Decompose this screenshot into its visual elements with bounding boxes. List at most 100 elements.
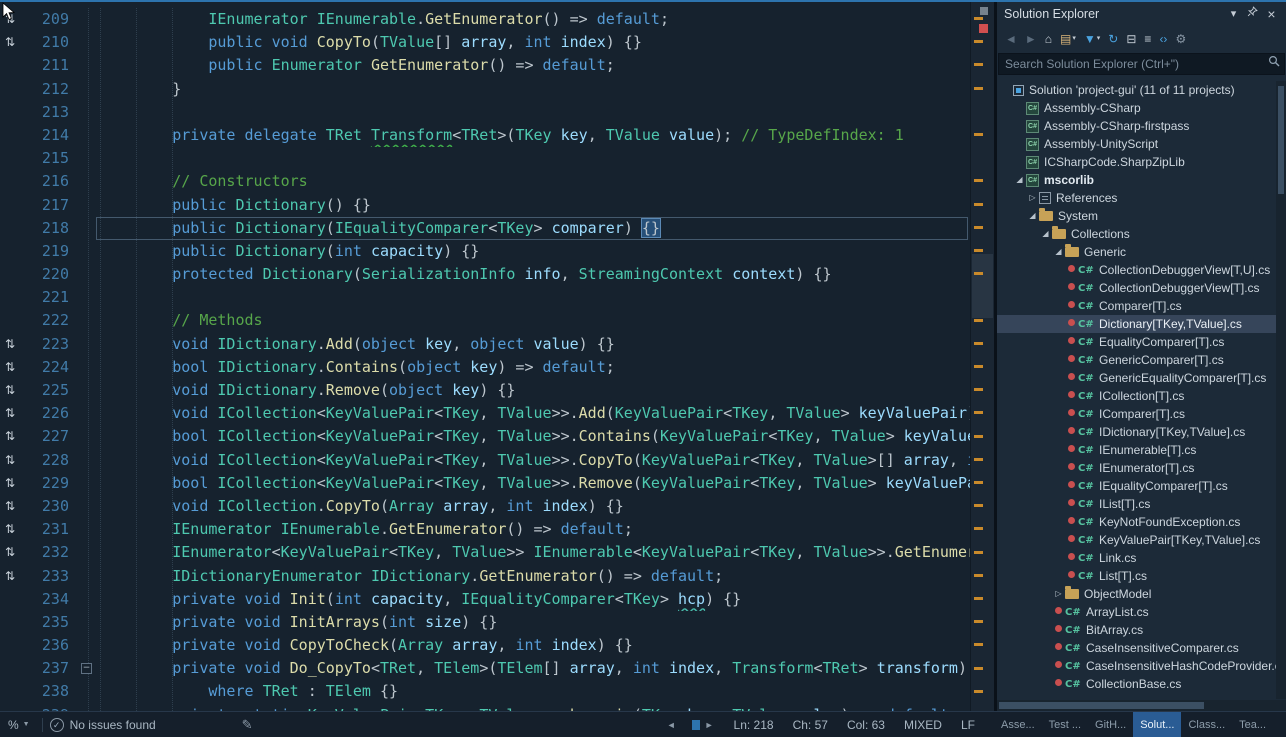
collapsed-arrow-icon[interactable]: ▷: [1052, 585, 1065, 603]
line-number[interactable]: 211: [30, 54, 78, 77]
implements-icon[interactable]: ⇅: [0, 379, 30, 402]
filter-icon[interactable]: ▼▾: [1084, 33, 1100, 45]
status-dot-cell[interactable]: [1065, 477, 1078, 495]
zoom-control[interactable]: % ▼: [0, 718, 35, 732]
fold-margin[interactable]: [78, 680, 100, 703]
code-text[interactable]: public Dictionary() {}: [100, 194, 970, 217]
code-text[interactable]: protected Dictionary(SerializationInfo i…: [100, 263, 970, 286]
tree-item[interactable]: C#GenericComparer[T].cs: [997, 351, 1276, 369]
line-number[interactable]: 232: [30, 541, 78, 564]
line-number[interactable]: 219: [30, 240, 78, 263]
implements-icon[interactable]: ⇅: [0, 356, 30, 379]
code-text[interactable]: // Constructors: [100, 170, 970, 193]
tree-item[interactable]: C#ICSharpCode.SharpZipLib: [997, 153, 1276, 171]
code-line-219[interactable]: 219 public Dictionary(int capacity) {}: [0, 240, 970, 263]
line-number[interactable]: 221: [30, 286, 78, 309]
fold-margin[interactable]: [78, 217, 100, 240]
code-text[interactable]: public void CopyTo(TValue[] array, int i…: [100, 31, 970, 54]
code-line-210[interactable]: ⇅210 public void CopyTo(TValue[] array, …: [0, 31, 970, 54]
forward-icon[interactable]: ►: [1025, 33, 1037, 45]
implements-icon[interactable]: ⇅: [0, 449, 30, 472]
code-line-222[interactable]: 222 // Methods: [0, 309, 970, 332]
fold-margin[interactable]: [78, 611, 100, 634]
fold-margin[interactable]: [78, 240, 100, 263]
code-line-231[interactable]: ⇅231 IEnumerator IEnumerable.GetEnumerat…: [0, 518, 970, 541]
switch-views-icon[interactable]: ▤▾: [1060, 33, 1076, 45]
code-text[interactable]: IEnumerator<KeyValuePair<TKey, TValue>> …: [100, 541, 970, 564]
fold-margin[interactable]: [78, 124, 100, 147]
tree-item[interactable]: C#ArrayList.cs: [997, 603, 1276, 621]
code-text[interactable]: void IDictionary.Add(object key, object …: [100, 333, 970, 356]
fold-margin[interactable]: [78, 170, 100, 193]
code-text[interactable]: void IDictionary.Remove(object key) {}: [100, 379, 970, 402]
line-number[interactable]: 212: [30, 78, 78, 101]
implements-icon[interactable]: ⇅: [0, 495, 30, 518]
implements-icon[interactable]: ⇅: [0, 333, 30, 356]
line-number[interactable]: 216: [30, 170, 78, 193]
fold-margin[interactable]: [78, 518, 100, 541]
code-line-238[interactable]: 238 where TRet : TElem {}: [0, 680, 970, 703]
tree-item[interactable]: C#IDictionary[TKey,TValue].cs: [997, 423, 1276, 441]
code-line-216[interactable]: 216 // Constructors: [0, 170, 970, 193]
line-number[interactable]: 234: [30, 588, 78, 611]
expanded-arrow-icon[interactable]: ◢: [1013, 171, 1026, 189]
tree-item[interactable]: C#EqualityComparer[T].cs: [997, 333, 1276, 351]
status-dot-cell[interactable]: [1065, 423, 1078, 441]
line-number[interactable]: 210: [30, 31, 78, 54]
code-line-226[interactable]: ⇅226 void ICollection<KeyValuePair<TKey,…: [0, 402, 970, 425]
line-number[interactable]: 230: [30, 495, 78, 518]
status-dot-cell[interactable]: [1065, 405, 1078, 423]
tree-item[interactable]: C#Comparer[T].cs: [997, 297, 1276, 315]
tree-item[interactable]: C#Assembly-UnityScript: [997, 135, 1276, 153]
expanded-arrow-icon[interactable]: ◢: [1052, 243, 1065, 261]
status-column[interactable]: Col: 63: [847, 718, 885, 732]
code-line-217[interactable]: 217 public Dictionary() {}: [0, 194, 970, 217]
code-text[interactable]: bool ICollection<KeyValuePair<TKey, TVal…: [100, 472, 970, 495]
code-line-225[interactable]: ⇅225 void IDictionary.Remove(object key)…: [0, 379, 970, 402]
implements-icon[interactable]: ⇅: [0, 565, 30, 588]
fold-margin[interactable]: [78, 194, 100, 217]
code-line-220[interactable]: 220 protected Dictionary(SerializationIn…: [0, 263, 970, 286]
fold-collapse-icon[interactable]: −: [81, 663, 92, 674]
line-number[interactable]: 239: [30, 704, 78, 711]
code-line-224[interactable]: ⇅224 bool IDictionary.Contains(object ke…: [0, 356, 970, 379]
code-line-235[interactable]: 235 private void InitArrays(int size) {}: [0, 611, 970, 634]
code-text[interactable]: private void InitArrays(int size) {}: [100, 611, 970, 634]
tree-item[interactable]: C#Assembly-CSharp: [997, 99, 1276, 117]
status-dot-cell[interactable]: [1065, 459, 1078, 477]
window-position-icon[interactable]: ▾: [1224, 5, 1243, 23]
search-icon[interactable]: [1264, 55, 1284, 73]
tree-horizontal-scrollbar[interactable]: [997, 700, 1276, 711]
code-text[interactable]: private void Init(int capacity, IEqualit…: [100, 588, 970, 611]
code-line-227[interactable]: ⇅227 bool ICollection<KeyValuePair<TKey,…: [0, 425, 970, 448]
code-line-236[interactable]: 236 private void CopyToCheck(Array array…: [0, 634, 970, 657]
code-text[interactable]: [100, 101, 970, 124]
code-line-239[interactable]: 239 private static KeyValuePair<TKey, TV…: [0, 704, 970, 711]
tree-item[interactable]: ◢Collections: [997, 225, 1276, 243]
tree-item[interactable]: ◢System: [997, 207, 1276, 225]
expanded-arrow-icon[interactable]: ◢: [1026, 207, 1039, 225]
tree-item[interactable]: C#BitArray.cs: [997, 621, 1276, 639]
code-line-233[interactable]: ⇅233 IDictionaryEnumerator IDictionary.G…: [0, 565, 970, 588]
status-dot-cell[interactable]: [1065, 531, 1078, 549]
status-char[interactable]: Ch: 57: [793, 718, 828, 732]
code-line-234[interactable]: 234 private void Init(int capacity, IEqu…: [0, 588, 970, 611]
nav-back-icon[interactable]: ◄: [667, 720, 676, 730]
code-text[interactable]: public Enumerator GetEnumerator() => def…: [100, 54, 970, 77]
tree-item[interactable]: C#CaseInsensitiveComparer.cs: [997, 639, 1276, 657]
tree-item[interactable]: C#IComparer[T].cs: [997, 405, 1276, 423]
close-icon[interactable]: ×: [1262, 5, 1281, 23]
code-text[interactable]: IEnumerator IEnumerable.GetEnumerator() …: [100, 518, 970, 541]
fold-margin[interactable]: [78, 78, 100, 101]
tree-item[interactable]: C#List[T].cs: [997, 567, 1276, 585]
tree-item[interactable]: C#Link.cs: [997, 549, 1276, 567]
status-line-ending[interactable]: LF: [961, 718, 975, 732]
status-dot-cell[interactable]: [1052, 675, 1065, 693]
line-number[interactable]: 220: [30, 263, 78, 286]
code-line-223[interactable]: ⇅223 void IDictionary.Add(object key, ob…: [0, 333, 970, 356]
overview-ruler[interactable]: [970, 2, 994, 711]
code-text[interactable]: private void Do_CopyTo<TRet, TElem>(TEle…: [100, 657, 970, 680]
tree-item[interactable]: C#KeyValuePair[TKey,TValue].cs: [997, 531, 1276, 549]
code-text[interactable]: void ICollection<KeyValuePair<TKey, TVal…: [100, 449, 970, 472]
line-number[interactable]: 237: [30, 657, 78, 680]
